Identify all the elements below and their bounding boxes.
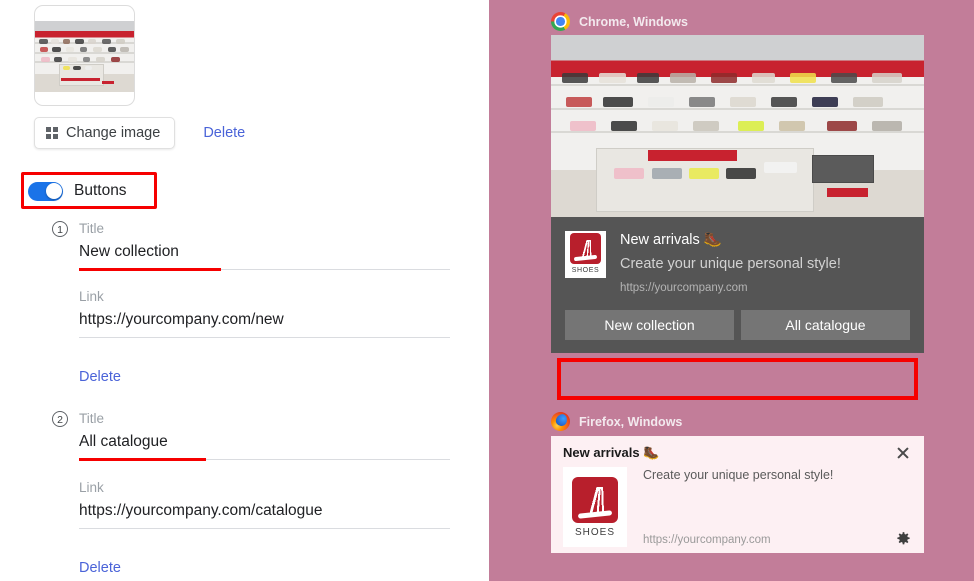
link-input-2[interactable]: https://yourcompany.com/catalogue	[79, 500, 450, 522]
shoe-mark-icon	[570, 233, 601, 264]
firefox-notification-description: Create your unique personal style!	[643, 468, 834, 482]
preview-panel: Chrome, Windows SHOES New arrivals 🥾 Cre…	[489, 0, 974, 581]
chrome-notification-text: New arrivals 🥾 Create your unique person…	[620, 231, 910, 296]
firefox-notification-body: SHOES Create your unique personal style!…	[563, 467, 912, 547]
firefox-notification-url: https://yourcompany.com	[643, 534, 771, 546]
gear-icon[interactable]	[895, 531, 912, 548]
app-logo-text-chrome: SHOES	[571, 267, 600, 274]
link-label-2: Link	[79, 480, 104, 495]
app-logo-text-firefox: SHOES	[574, 526, 615, 538]
buttons-toggle-label: Buttons	[74, 182, 127, 199]
firefox-notification-card: New arrivals 🥾 SHOES Create your unique …	[551, 436, 924, 553]
store-photo-art-hero	[551, 35, 924, 217]
app-logo-chrome: SHOES	[565, 231, 606, 278]
grid-icon	[46, 127, 58, 139]
firefox-icon	[551, 412, 570, 431]
chrome-notification-card: SHOES New arrivals 🥾 Create your unique …	[551, 35, 924, 400]
link-underline-1	[79, 337, 450, 338]
chrome-notification-body: SHOES New arrivals 🥾 Create your unique …	[551, 217, 924, 353]
title-input-1[interactable]: New collection	[79, 241, 450, 263]
link-field-1[interactable]: Link https://yourcompany.com/new	[79, 289, 450, 338]
buttons-toggle-switch[interactable]	[28, 181, 63, 201]
firefox-notification-text: Create your unique personal style! https…	[643, 467, 912, 547]
close-icon[interactable]	[894, 444, 912, 462]
chrome-notification-content: SHOES New arrivals 🥾 Create your unique …	[565, 231, 910, 296]
app-logo-firefox: SHOES	[563, 467, 627, 547]
title-field-1[interactable]: Title New collection	[79, 221, 450, 271]
chrome-platform-label: Chrome, Windows	[579, 14, 688, 29]
firefox-notification-header: New arrivals 🥾	[563, 445, 912, 462]
app-root: Change image Delete Buttons 1 Title New …	[0, 0, 974, 581]
link-label-1: Link	[79, 289, 104, 304]
change-image-button[interactable]: Change image	[34, 117, 176, 149]
chrome-platform-header: Chrome, Windows	[551, 12, 688, 31]
title-underline-2	[79, 458, 450, 461]
chrome-action-all-catalogue[interactable]: All catalogue	[741, 310, 910, 340]
firefox-platform-header: Firefox, Windows	[551, 412, 682, 431]
button-index-2: 2	[52, 411, 68, 427]
editor-panel: Change image Delete Buttons 1 Title New …	[0, 0, 489, 581]
firefox-notification-title: New arrivals 🥾	[563, 445, 660, 460]
link-underline-2	[79, 528, 450, 529]
chrome-notification-description: Create your unique personal style!	[620, 256, 841, 272]
image-thumbnail-inner	[35, 21, 134, 92]
chrome-notification-actions: New collection All catalogue	[565, 310, 910, 340]
title-label-1: Title	[79, 221, 105, 236]
store-photo-art	[35, 21, 134, 92]
title-input-2[interactable]: All catalogue	[79, 431, 450, 453]
title-underline-1	[79, 268, 450, 271]
image-thumbnail[interactable]	[34, 5, 135, 106]
chrome-icon	[551, 12, 570, 31]
chrome-notification-url: https://yourcompany.com	[620, 282, 748, 294]
link-input-1[interactable]: https://yourcompany.com/new	[79, 309, 450, 331]
delete-image-link[interactable]: Delete	[203, 125, 245, 141]
notification-hero-image	[551, 35, 924, 217]
shoe-mark-icon-firefox	[572, 476, 618, 523]
button-index-1: 1	[52, 221, 68, 237]
buttons-toggle-row[interactable]: Buttons	[28, 179, 127, 203]
title-label-2: Title	[79, 411, 105, 426]
link-field-2[interactable]: Link https://yourcompany.com/catalogue	[79, 480, 450, 529]
chrome-action-new-collection[interactable]: New collection	[565, 310, 734, 340]
firefox-platform-label: Firefox, Windows	[579, 414, 683, 429]
change-image-label: Change image	[66, 125, 161, 141]
chrome-notification-title: New arrivals 🥾	[620, 232, 722, 248]
chrome-actions-highlight	[557, 358, 918, 400]
image-actions-row: Change image Delete	[34, 117, 245, 149]
toggle-knob	[45, 183, 62, 199]
title-field-2[interactable]: Title All catalogue	[79, 411, 450, 461]
delete-button-2[interactable]: Delete	[79, 560, 121, 576]
delete-button-1[interactable]: Delete	[79, 369, 121, 385]
